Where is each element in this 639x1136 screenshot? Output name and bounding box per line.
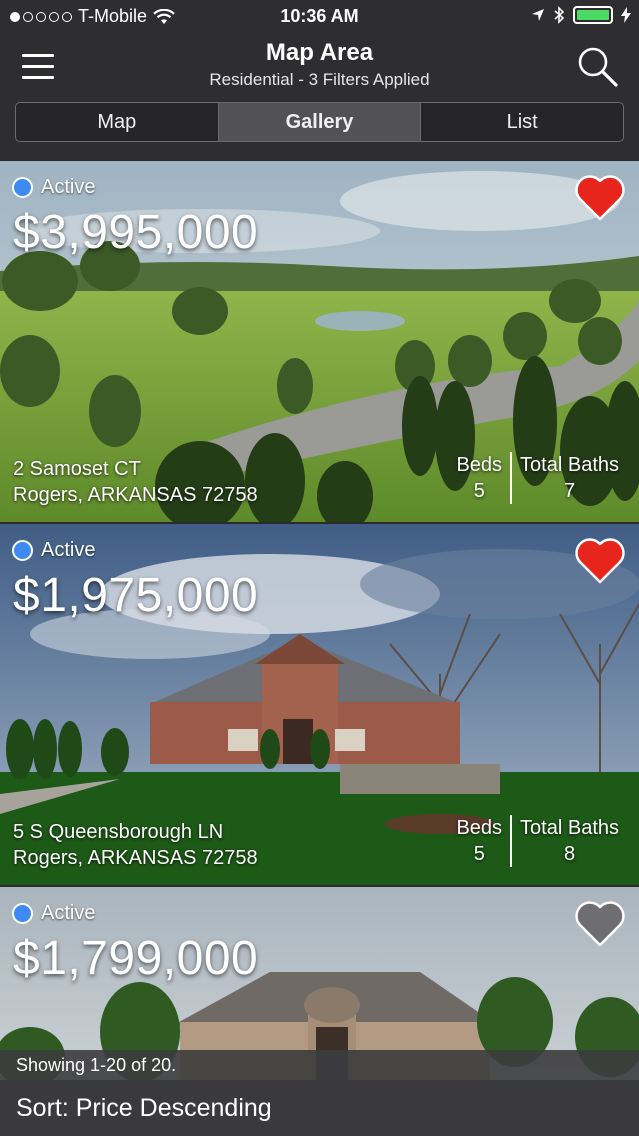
address-city: Rogers, ARKANSAS 72758 [13,847,258,869]
view-switcher: Map Gallery List [15,102,624,142]
tab-gallery[interactable]: Gallery [217,103,421,141]
location-arrow-icon [532,9,544,21]
listing-address: 2 Samoset CT Rogers, ARKANSAS 72758 [13,456,258,508]
listing-status: Active [12,902,95,925]
bluetooth-icon [554,6,565,24]
status-label: Active [41,539,96,561]
search-icon[interactable] [577,46,619,88]
heart-icon[interactable] [574,536,626,584]
address-street: 5 S Queensborough LN [13,821,224,843]
listing-price: $1,975,000 [13,569,259,622]
status-icons [531,6,631,24]
results-count: Showing 1-20 of 20. [0,1050,639,1080]
baths-value: 8 [563,843,576,865]
baths-label: Total Baths [520,454,619,476]
beds-value: 5 [473,480,485,502]
baths-label: Total Baths [520,817,619,839]
listing-price: $1,799,000 [13,932,259,985]
baths-stat: Total Baths 8 [510,815,627,867]
listing-stats: Beds 5 Total Baths 7 [448,452,627,504]
heart-icon[interactable] [574,173,626,221]
beds-label: Beds [456,454,503,476]
baths-stat: Total Baths 7 [510,452,627,504]
listing-address: 5 S Queensborough LN Rogers, ARKANSAS 72… [13,819,258,871]
beds-value: 5 [473,843,485,865]
listing-card[interactable]: Active $3,995,000 2 Samoset CT Rogers, A… [0,161,639,522]
beds-label: Beds [456,817,503,839]
page-subtitle: Residential - 3 Filters Applied [209,70,430,89]
charging-icon [621,7,631,23]
status-dot-icon [12,903,33,924]
listing-status: Active [12,176,95,199]
status-dot-icon [12,540,33,561]
listing-card[interactable]: Active $1,975,000 5 S Queensborough LN R… [0,524,639,885]
sort-button[interactable]: Sort: Price Descending [0,1080,639,1136]
status-bar: T-Mobile 10:36 AM [0,0,639,34]
listing-price: $3,995,000 [13,206,259,259]
beds-stat: Beds 5 [448,815,510,867]
tab-list[interactable]: List [420,103,623,141]
beds-stat: Beds 5 [448,452,510,504]
baths-value: 7 [563,480,576,502]
status-dot-icon [12,177,33,198]
address-city: Rogers, ARKANSAS 72758 [13,484,258,506]
battery-icon [573,6,613,24]
status-label: Active [41,902,96,924]
heart-outline-icon[interactable] [574,899,626,947]
tab-map[interactable]: Map [16,103,218,141]
status-label: Active [41,176,96,198]
listing-stats: Beds 5 Total Baths 8 [448,815,627,867]
listing-status: Active [12,539,95,562]
page-title: Map Area [265,39,374,66]
address-street: 2 Samoset CT [13,458,141,480]
nav-header: Map Area Residential - 3 Filters Applied… [0,34,639,160]
